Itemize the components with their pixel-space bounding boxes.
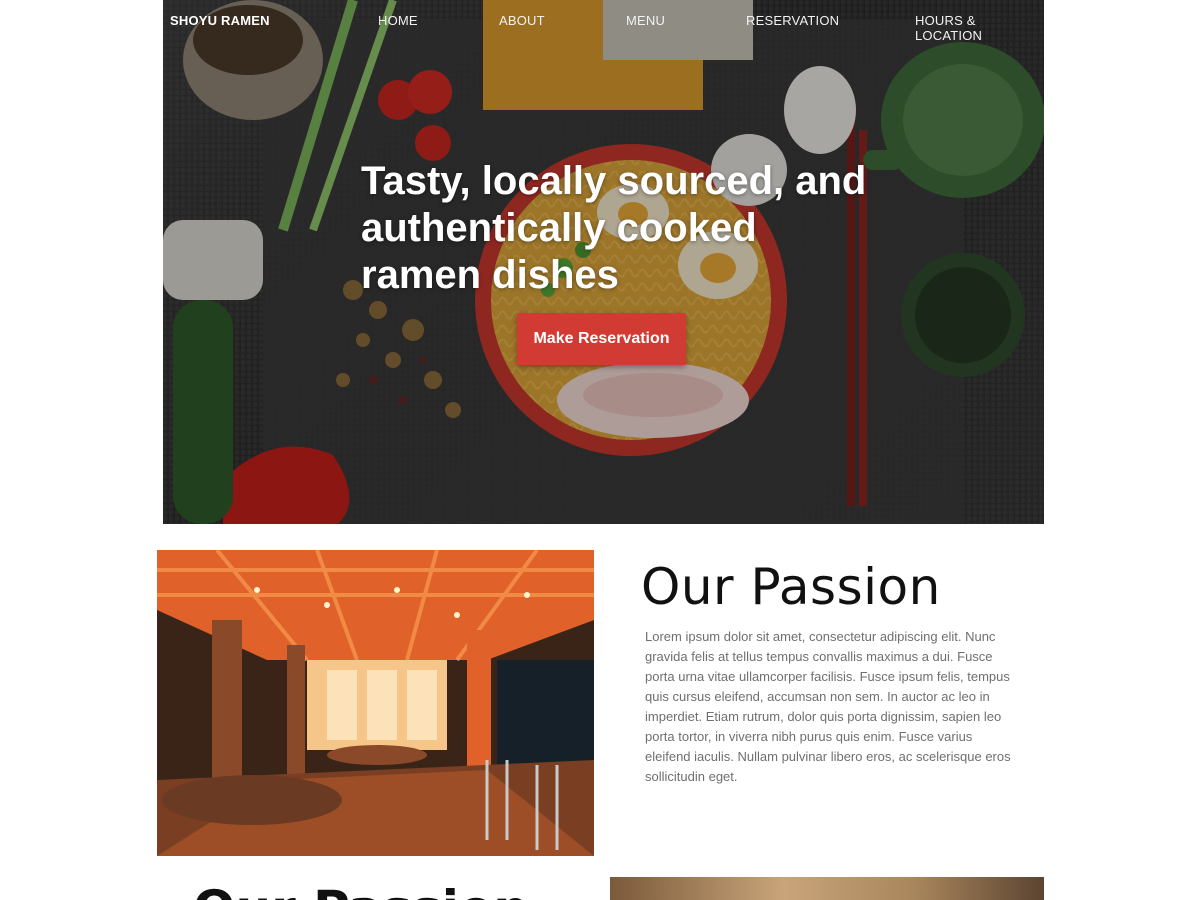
hero-headline: Tasty, locally sourced, and authenticall…: [361, 159, 867, 297]
top-nav: SHOYU RAMEN HOME ABOUT MENU RESERVATION …: [163, 0, 1044, 43]
next-section-title: Our Passion: [193, 880, 529, 900]
next-section-image: [610, 877, 1044, 900]
restaurant-interior-illustration: [157, 550, 594, 856]
nav-link-hours-location[interactable]: HOURS & LOCATION: [915, 13, 1044, 43]
nav-link-menu[interactable]: MENU: [626, 13, 665, 28]
nav-link-reservation[interactable]: RESERVATION: [746, 13, 839, 28]
brand-logo[interactable]: SHOYU RAMEN: [170, 13, 270, 28]
restaurant-interior-image: [157, 550, 594, 856]
nav-link-home[interactable]: HOME: [378, 13, 418, 28]
make-reservation-button[interactable]: Make Reservation: [517, 313, 686, 365]
hero-section: SHOYU RAMEN HOME ABOUT MENU RESERVATION …: [163, 0, 1044, 524]
passion-title: Our Passion: [641, 558, 941, 616]
nav-link-about[interactable]: ABOUT: [499, 13, 545, 28]
passion-body-text: Lorem ipsum dolor sit amet, consectetur …: [645, 629, 1011, 784]
